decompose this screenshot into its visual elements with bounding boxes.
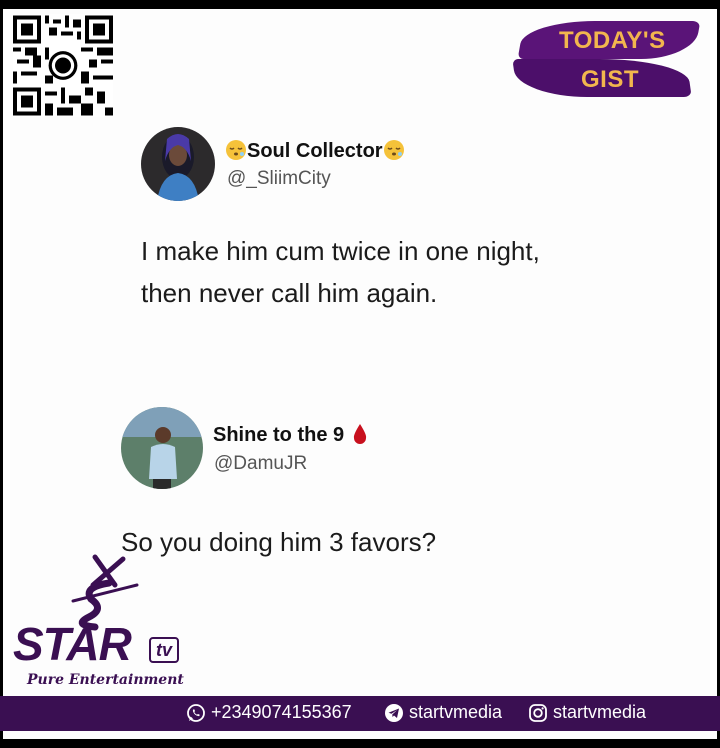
tweet-1-line: I make him cum twice in one night, (141, 236, 540, 266)
brand-badge: tv (149, 637, 180, 663)
phone-number: +2349074155367 (211, 702, 352, 722)
instagram-contact[interactable]: startvmedia (528, 702, 646, 723)
banner-line-1: TODAY'S (559, 27, 666, 54)
banner-line-2: GIST (581, 66, 640, 93)
avatar-shine-to-the-9[interactable] (121, 407, 203, 489)
whatsapp-contact[interactable]: +2349074155367 (186, 702, 352, 723)
sleeping-face-icon (383, 140, 404, 160)
footer-bar: +2349074155367 startvmedia startvmedia (0, 696, 720, 731)
tweet-2-handle[interactable]: @DamuJR (214, 453, 307, 475)
telegram-icon (385, 703, 403, 722)
telegram-handle: startvmedia (409, 702, 503, 722)
tweet-2-author[interactable]: Shine to the 9 (213, 423, 368, 447)
brand-name: STAR (13, 618, 132, 670)
instagram-handle: startvmedia (553, 702, 647, 722)
whatsapp-icon (187, 703, 205, 722)
star-tv-logo: STAR tv Pure Entertainment (13, 549, 193, 699)
qr-code (13, 14, 113, 117)
brand-tagline: Pure Entertainment (27, 672, 184, 688)
avatar-soul-collector[interactable] (141, 127, 215, 201)
tweet-1-line: then never call him again. (141, 278, 438, 308)
instagram-icon (529, 703, 547, 722)
tweet-1-handle[interactable]: @_SliimCity (227, 168, 331, 190)
post-card: TODAY'S GIST Soul Collector @_SliimCity … (3, 9, 717, 739)
tweet-2-name: Shine to the 9 (213, 424, 345, 446)
sleeping-face-icon (226, 140, 246, 160)
todays-gist-banner: TODAY'S GIST (512, 17, 705, 101)
qr-code-icon (13, 15, 113, 116)
tweet-1-text: I make him cum twice in one night, then … (141, 230, 540, 314)
telegram-contact[interactable]: startvmedia (384, 702, 502, 723)
blood-drop-icon (354, 424, 367, 444)
tweet-1-name: Soul Collector (247, 140, 383, 162)
tweet-1-author[interactable]: Soul Collector (225, 139, 405, 163)
frame: TODAY'S GIST Soul Collector @_SliimCity … (0, 0, 720, 748)
